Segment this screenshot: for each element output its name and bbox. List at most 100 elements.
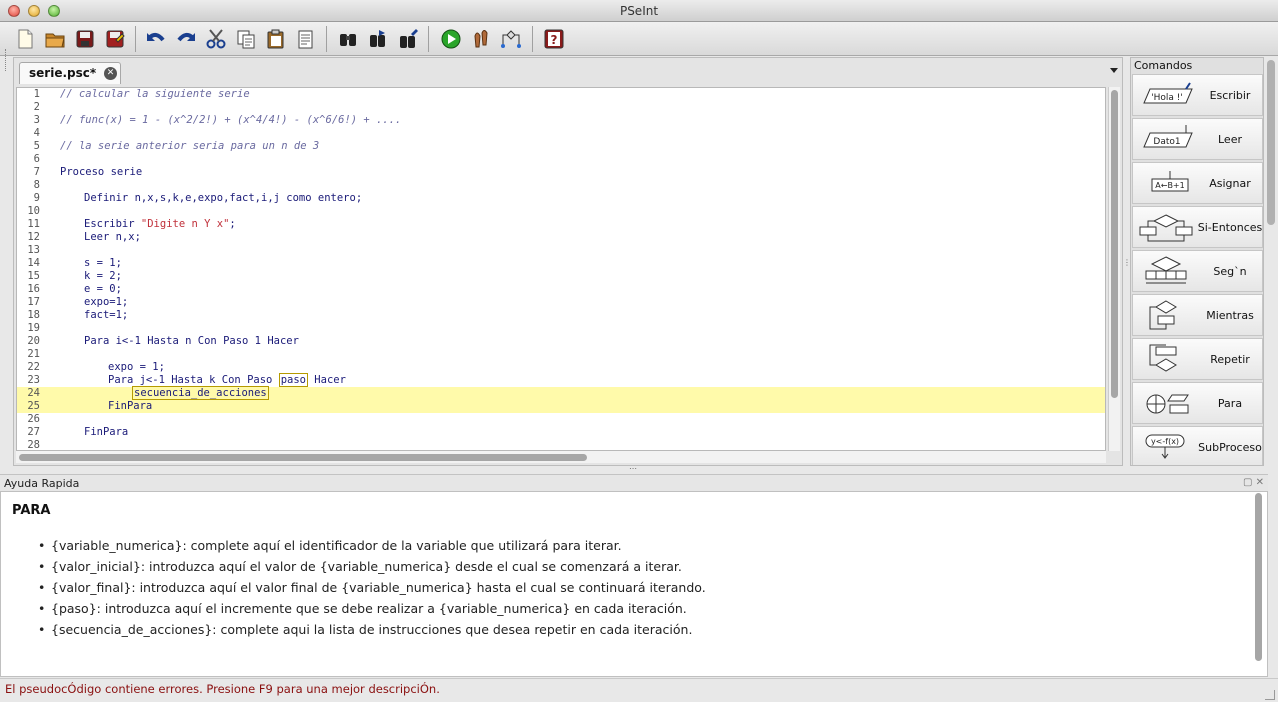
- code-line-current: 24 secuencia_de_acciones: [17, 386, 1105, 400]
- run-icon: [441, 29, 460, 48]
- status-bar: El pseudocÓdigo contiene errores. Presio…: [0, 678, 1278, 702]
- code-line: 11 Escribir "Digite n Y x";: [27, 218, 236, 230]
- run-button[interactable]: [438, 26, 463, 51]
- flowchart-icon: [500, 29, 521, 48]
- new-file-button[interactable]: [12, 26, 37, 51]
- code-line: 15 k = 2;: [27, 270, 122, 282]
- panel-float-close-icon[interactable]: ▢ ✕: [1243, 477, 1264, 488]
- placeholder-paso: paso: [278, 373, 308, 387]
- command-segun[interactable]: Seg`n: [1132, 250, 1263, 292]
- code-line: 20 Para i<-1 Hasta n Con Paso 1 Hacer: [27, 335, 299, 347]
- repeat-icon: [1149, 344, 1177, 372]
- step-icon: [473, 29, 488, 47]
- code-line: 27 FinPara: [27, 426, 129, 438]
- editor-vertical-scrollbar[interactable]: [1108, 87, 1120, 451]
- help-list: {variable_numerica}: complete aquí el id…: [38, 538, 706, 643]
- open-folder-icon: [45, 33, 65, 47]
- list-item: {variable_numerica}: complete aquí el id…: [38, 538, 706, 559]
- title-bar: PSeInt: [0, 0, 1278, 22]
- scrollbar-thumb[interactable]: [1111, 90, 1118, 398]
- toolbar: ?: [0, 22, 1278, 71]
- code-line: 3// func(x) = 1 - (x^2/2!) + (x^4/4!) - …: [33, 114, 402, 126]
- undo-icon: [146, 32, 165, 41]
- find-next-icon: [369, 29, 385, 47]
- svg-text:y<-f(x): y<-f(x): [1151, 437, 1179, 446]
- resize-grip[interactable]: [1265, 690, 1275, 700]
- code-line: 4: [33, 127, 40, 139]
- scrollbar-thumb[interactable]: [1255, 493, 1262, 661]
- commands-panel: Comandos 'Hola !' Escribir Dato1 Leer A←…: [1130, 57, 1264, 466]
- while-icon: [1149, 300, 1177, 330]
- flowchart-button[interactable]: [498, 26, 523, 51]
- if-then-icon: [1139, 214, 1193, 242]
- code-line: 21: [27, 348, 40, 360]
- command-asignar[interactable]: A←B+1 Asignar: [1132, 162, 1263, 204]
- scrollbar-thumb[interactable]: [19, 454, 587, 461]
- placeholder-secuencia: secuencia_de_acciones: [132, 386, 269, 400]
- redo-icon: [176, 32, 195, 41]
- svg-text:?: ?: [550, 33, 557, 47]
- help-button[interactable]: ?: [541, 26, 566, 51]
- commands-scrollbar[interactable]: [1267, 60, 1275, 225]
- tab-serie-psc[interactable]: serie.psc* ✕: [19, 62, 121, 84]
- tab-close-icon[interactable]: ✕: [104, 67, 117, 80]
- find-button[interactable]: [335, 26, 360, 51]
- command-leer[interactable]: Dato1 Leer: [1132, 118, 1263, 160]
- edit-icon: [298, 30, 312, 48]
- command-escribir[interactable]: 'Hola !' Escribir: [1132, 74, 1263, 116]
- copy-button[interactable]: [233, 26, 258, 51]
- tab-label: serie.psc*: [29, 66, 97, 80]
- cut-button[interactable]: [203, 26, 228, 51]
- toolbar-separator: [135, 26, 136, 52]
- code-line: 5// la serie anterior seria para un n de…: [33, 140, 320, 152]
- toolbar-separator: [326, 26, 327, 52]
- code-editor[interactable]: 1// calcular la siguiente serie 2 3// fu…: [16, 87, 1106, 451]
- cut-icon: [206, 28, 225, 48]
- open-button[interactable]: [42, 26, 67, 51]
- save-as-button[interactable]: [102, 26, 127, 51]
- write-icon: 'Hola !': [1143, 82, 1193, 104]
- redo-button[interactable]: [173, 26, 198, 51]
- save-button[interactable]: [72, 26, 97, 51]
- code-line: 12 Leer n,x;: [27, 231, 141, 243]
- replace-button[interactable]: [395, 26, 420, 51]
- editor-panel: serie.psc* ✕ 1// calcular la siguiente s…: [13, 57, 1123, 466]
- svg-text:A←B+1: A←B+1: [1155, 181, 1184, 190]
- help-heading: PARA: [12, 503, 51, 518]
- command-subproceso[interactable]: y<-f(x) SubProceso: [1132, 426, 1263, 465]
- find-icon: [339, 33, 356, 46]
- save-as-icon: [106, 30, 125, 47]
- find-next-button[interactable]: [365, 26, 390, 51]
- horizontal-splitter-handle[interactable]: ⋯: [629, 464, 637, 473]
- paste-icon: [267, 29, 283, 48]
- editor-horizontal-scrollbar[interactable]: [16, 451, 1106, 463]
- help-vertical-scrollbar[interactable]: [1254, 493, 1264, 675]
- code-line: 26: [27, 413, 40, 425]
- status-message: El pseudocÓdigo contiene errores. Presio…: [5, 682, 440, 696]
- step-button[interactable]: [468, 26, 493, 51]
- help-panel-body: PARA {variable_numerica}: complete aquí …: [0, 491, 1268, 677]
- code-line: 9 Definir n,x,s,k,e,expo,fact,i,j como en…: [33, 192, 363, 204]
- command-repetir[interactable]: Repetir: [1132, 338, 1263, 380]
- code-line: 25 FinPara: [17, 400, 1105, 413]
- save-icon: [76, 30, 93, 47]
- tab-list-menu-icon[interactable]: [1110, 68, 1118, 73]
- code-line: 13: [27, 244, 40, 256]
- edit-button[interactable]: [293, 26, 318, 51]
- code-line: 10: [27, 205, 40, 217]
- toolbar-separator: [532, 26, 533, 52]
- for-loop-icon: [1146, 394, 1189, 414]
- paste-button[interactable]: [263, 26, 288, 51]
- list-item: {secuencia_de_acciones}: complete aqui l…: [38, 622, 706, 643]
- code-line: 16 e = 0;: [27, 283, 122, 295]
- command-para[interactable]: Para: [1132, 382, 1263, 424]
- toolbar-grip[interactable]: [5, 49, 7, 71]
- code-line: 6: [33, 153, 40, 165]
- undo-button[interactable]: [143, 26, 168, 51]
- switch-icon: [1145, 256, 1187, 284]
- command-si-entonces[interactable]: Si-Entonces: [1132, 206, 1263, 248]
- command-mientras[interactable]: Mientras: [1132, 294, 1263, 336]
- replace-icon: [399, 28, 418, 48]
- commands-title: Comandos: [1134, 59, 1193, 72]
- list-item: {paso}: introduzca aquí el incremente qu…: [38, 601, 706, 622]
